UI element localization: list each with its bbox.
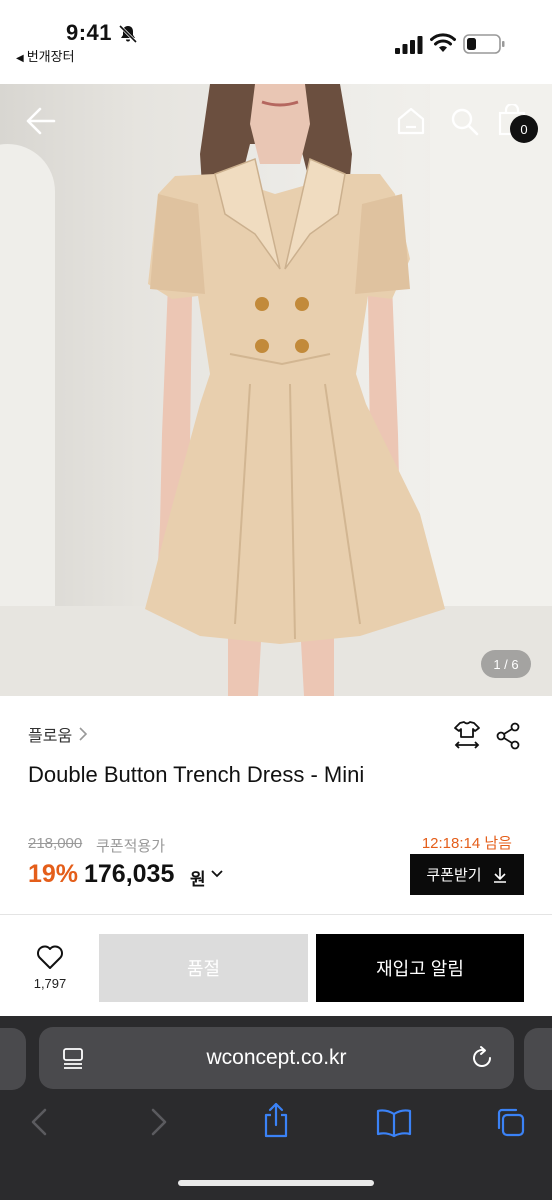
sale-price[interactable]: 176,035 — [84, 860, 174, 889]
bell-slash-icon — [118, 24, 138, 44]
restock-alert-button[interactable]: 재입고 알림 — [316, 934, 524, 1002]
image-counter: 1 / 6 — [481, 650, 531, 678]
get-coupon-label: 쿠폰받기 — [426, 867, 482, 884]
section-divider — [0, 914, 552, 915]
get-coupon-button[interactable]: 쿠폰받기 — [410, 854, 524, 895]
previous-tab-preview[interactable] — [0, 1028, 26, 1090]
cart-count-badge: 0 — [510, 115, 538, 143]
next-tab-preview[interactable] — [524, 1028, 552, 1090]
size-guide-icon[interactable] — [452, 720, 482, 750]
signal-icon — [395, 36, 423, 54]
address-bar[interactable]: wconcept.co.kr — [39, 1027, 514, 1089]
chevron-right-icon — [79, 727, 88, 741]
model-wearing-dress — [145, 84, 445, 696]
home-icon[interactable] — [396, 106, 426, 136]
original-price: 218,000 — [28, 835, 83, 852]
chevron-down-icon[interactable] — [211, 869, 223, 879]
browser-toolbar: wconcept.co.kr — [0, 1016, 552, 1200]
back-arrow-icon[interactable] — [24, 104, 58, 138]
wishlist-count: 1,797 — [33, 976, 67, 991]
coupon-price-label: 쿠폰적용가 — [96, 838, 166, 855]
browser-forward-icon[interactable] — [148, 1106, 170, 1138]
status-time: 9:41 — [66, 20, 113, 45]
back-triangle-icon: ◀ — [16, 53, 24, 64]
currency-unit: 원 — [190, 870, 206, 889]
brand-name: 플로움 — [28, 728, 73, 745]
download-icon — [493, 867, 506, 883]
product-image[interactable] — [0, 84, 552, 696]
sold-out-button[interactable]: 품절 — [99, 934, 308, 1002]
browser-share-icon[interactable] — [262, 1102, 290, 1138]
bookmarks-icon[interactable] — [376, 1108, 412, 1138]
share-icon[interactable] — [495, 722, 521, 750]
back-to-app-link[interactable]: ◀ 번개장터 — [16, 46, 75, 65]
reload-icon[interactable] — [469, 1045, 495, 1071]
tabs-overview-icon[interactable] — [494, 1106, 526, 1138]
home-indicator — [178, 1180, 374, 1186]
sale-countdown: 12:18:14 남음 — [421, 835, 512, 852]
discount-rate: 19% — [28, 860, 79, 888]
url-text: wconcept.co.kr — [206, 1046, 347, 1069]
search-icon[interactable] — [449, 106, 479, 136]
back-app-label: 번개장터 — [26, 49, 75, 64]
battery-icon — [463, 34, 505, 54]
heart-icon — [37, 945, 63, 969]
wishlist-button[interactable]: 1,797 — [22, 944, 78, 991]
wifi-icon — [430, 33, 456, 52]
brand-link[interactable]: 플로움 — [28, 722, 88, 746]
product-title: Double Button Trench Dress - Mini — [28, 762, 365, 787]
status-bar: 9:41 ◀ 번개장터 — [0, 0, 552, 84]
browser-back-icon[interactable] — [28, 1106, 50, 1138]
